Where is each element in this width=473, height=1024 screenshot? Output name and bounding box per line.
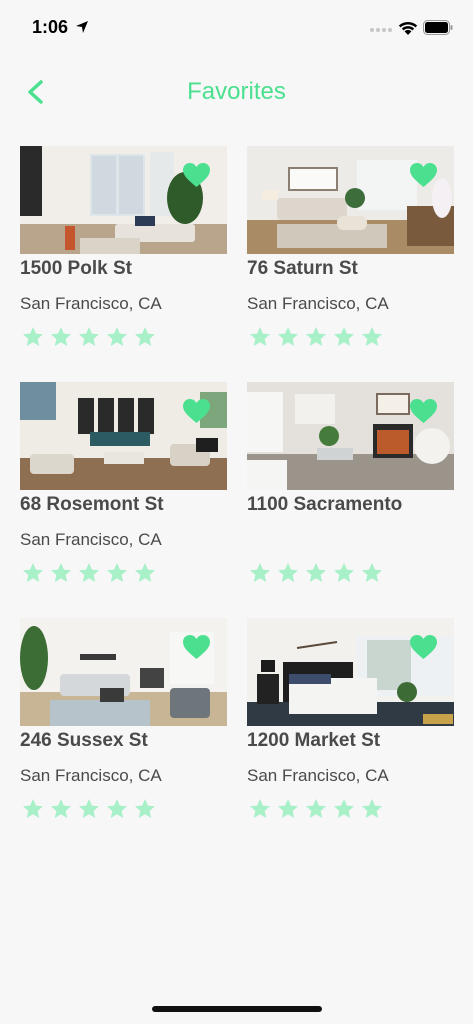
star-icon [334, 799, 354, 818]
listing-address: 1500 Polk St [20, 258, 132, 279]
cellular-signal-icon [370, 28, 392, 32]
star-icon [278, 327, 298, 346]
star-icon [51, 799, 71, 818]
heart-icon[interactable] [183, 163, 210, 188]
page-title: Favorites [187, 78, 286, 105]
navigation-bar: Favorites [0, 60, 473, 120]
rating-stars [249, 326, 383, 348]
rating-stars [249, 562, 383, 584]
listing-card[interactable]: 246 Sussex St San Francisco, CA [20, 618, 227, 838]
listing-card[interactable]: 1500 Polk St San Francisco, CA [20, 146, 227, 366]
listing-address: 1200 Market St [247, 730, 381, 751]
star-icon [79, 799, 99, 818]
star-icon [278, 563, 298, 582]
listing-card[interactable]: 68 Rosemont St San Francisco, CA [20, 382, 227, 602]
star-icon [250, 563, 270, 582]
star-icon [278, 799, 298, 818]
listing-address: 1100 Sacramento [247, 494, 403, 515]
listing-card[interactable]: 76 Saturn St San Francisco, CA [247, 146, 454, 366]
star-icon [250, 327, 270, 346]
battery-icon [423, 20, 453, 35]
listing-photo[interactable] [20, 146, 227, 254]
wifi-icon [398, 21, 418, 35]
star-icon [135, 799, 155, 818]
heart-icon[interactable] [410, 635, 437, 660]
status-time: 1:06 [32, 17, 69, 37]
home-indicator[interactable] [152, 1006, 322, 1012]
heart-icon[interactable] [183, 635, 210, 660]
heart-icon[interactable] [410, 163, 437, 188]
listing-card[interactable]: 1200 Market St San Francisco, CA [247, 618, 454, 838]
star-icon [51, 327, 71, 346]
rating-stars [22, 798, 156, 820]
listing-city: San Francisco, CA [20, 530, 162, 549]
rating-stars [249, 798, 383, 820]
star-icon [334, 327, 354, 346]
rating-stars [22, 562, 156, 584]
location-arrow-icon [76, 21, 88, 33]
star-icon [306, 799, 326, 818]
listing-photo[interactable] [20, 382, 227, 490]
heart-icon[interactable] [183, 399, 210, 424]
star-icon [107, 563, 127, 582]
star-icon [23, 327, 43, 346]
listing-city: San Francisco, CA [247, 294, 389, 313]
listing-photo[interactable] [247, 146, 454, 254]
listing-address: 68 Rosemont St [20, 494, 164, 515]
listing-address: 246 Sussex St [20, 730, 148, 751]
rating-stars [22, 326, 156, 348]
star-icon [79, 327, 99, 346]
listing-city: San Francisco, CA [247, 766, 389, 785]
listing-card[interactable]: 1100 Sacramento [247, 382, 454, 602]
star-icon [135, 327, 155, 346]
star-icon [107, 327, 127, 346]
listing-city: San Francisco, CA [20, 294, 162, 313]
star-icon [107, 799, 127, 818]
listing-city: San Francisco, CA [20, 766, 162, 785]
star-icon [362, 799, 382, 818]
star-icon [306, 327, 326, 346]
status-bar: 1:06 [0, 0, 473, 56]
heart-icon[interactable] [410, 399, 437, 424]
star-icon [362, 327, 382, 346]
star-icon [334, 563, 354, 582]
listing-address: 76 Saturn St [247, 258, 358, 279]
listing-photo[interactable] [247, 618, 454, 726]
star-icon [23, 563, 43, 582]
star-icon [362, 563, 382, 582]
star-icon [135, 563, 155, 582]
star-icon [306, 563, 326, 582]
listing-photo[interactable] [20, 618, 227, 726]
listing-photo[interactable] [247, 382, 454, 490]
star-icon [51, 563, 71, 582]
star-icon [23, 799, 43, 818]
star-icon [79, 563, 99, 582]
star-icon [250, 799, 270, 818]
